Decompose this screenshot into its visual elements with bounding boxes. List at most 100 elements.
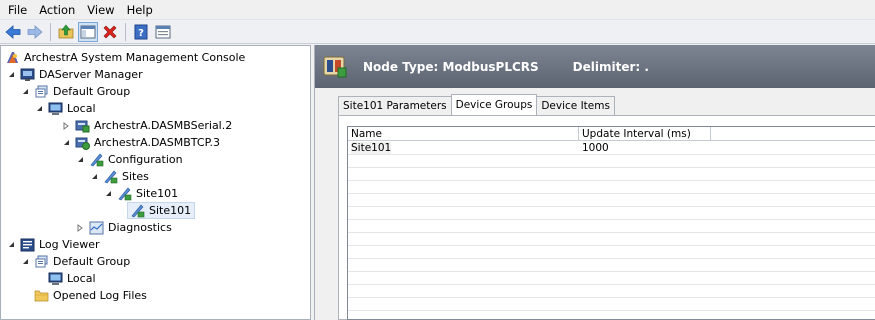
tree-label-log-default-group: Default Group xyxy=(53,255,131,268)
tab-device-groups[interactable]: Device Groups xyxy=(450,94,538,115)
toolbar-separator xyxy=(125,22,126,41)
menu-bar: File Action View Help xyxy=(0,0,875,19)
daserver-icon xyxy=(74,135,90,151)
delete-icon[interactable] xyxy=(100,22,120,42)
tree-node-local[interactable]: Local xyxy=(34,100,96,117)
tree-label-sites: Sites xyxy=(122,170,149,183)
tree-label-daserver-manager: DAServer Manager xyxy=(39,68,143,81)
empty-row[interactable] xyxy=(348,220,875,233)
properties-icon[interactable] xyxy=(153,22,173,42)
expanded-arrow-icon[interactable] xyxy=(6,240,16,250)
tree-node-dasmbtcp[interactable]: ArchestrA.DASMBTCP.3 xyxy=(61,134,220,151)
node-type-icon xyxy=(321,53,349,81)
tree-label-log-viewer: Log Viewer xyxy=(39,238,100,251)
table-cell-name[interactable]: Site101 xyxy=(348,142,579,154)
empty-row[interactable] xyxy=(348,181,875,194)
tree-node-dasmbserial[interactable]: ArchestrA.DASMBSerial.2 xyxy=(61,117,232,134)
expanded-arrow-icon[interactable] xyxy=(89,172,99,182)
tree-node-site101-child[interactable]: Site101 xyxy=(127,202,196,219)
device-group-icon xyxy=(129,203,145,219)
tab-device-items[interactable]: Device Items xyxy=(536,96,615,115)
svg-text:?: ? xyxy=(138,28,144,39)
tree-node-opened-log-files[interactable]: Opened Log Files xyxy=(33,287,147,304)
tree-label-dasmbtcp: ArchestrA.DASMBTCP.3 xyxy=(94,136,220,149)
tree-node-sites[interactable]: Sites xyxy=(89,168,149,185)
empty-row[interactable] xyxy=(348,246,875,259)
computer-icon xyxy=(47,271,63,287)
tab-site-parameters[interactable]: Site101 Parameters xyxy=(338,96,452,115)
empty-row[interactable] xyxy=(348,233,875,246)
expanded-arrow-icon[interactable] xyxy=(103,189,113,199)
tree-label-opened-log-files: Opened Log Files xyxy=(53,289,147,302)
empty-row[interactable] xyxy=(348,168,875,181)
menu-help[interactable]: Help xyxy=(121,3,159,17)
configuration-icon xyxy=(88,152,104,168)
tree-label-site101: Site101 xyxy=(136,187,179,200)
empty-row[interactable] xyxy=(348,285,875,298)
tree-label-log-local: Local xyxy=(67,272,96,285)
expanded-arrow-icon[interactable] xyxy=(61,138,71,148)
tree-root[interactable]: ArchestrA System Management Console xyxy=(4,49,245,66)
help-icon[interactable]: ? xyxy=(131,22,151,42)
tree-node-site101[interactable]: Site101 xyxy=(103,185,178,202)
tree-label-diagnostics: Diagnostics xyxy=(108,221,172,234)
cell-name-value: Site101 xyxy=(351,142,392,154)
tree-node-diagnostics[interactable]: Diagnostics xyxy=(75,219,172,236)
empty-row[interactable] xyxy=(348,207,875,220)
folder-icon xyxy=(33,288,49,304)
tree-label-configuration: Configuration xyxy=(108,153,183,166)
computer-icon xyxy=(47,101,63,117)
tree-node-configuration[interactable]: Configuration xyxy=(75,151,183,168)
diagnostics-icon xyxy=(88,220,104,236)
column-header-update-interval[interactable]: Update Interval (ms) xyxy=(579,127,711,141)
delimiter-label: Delimiter: . xyxy=(572,59,649,74)
empty-row[interactable] xyxy=(348,298,875,311)
expanded-arrow-icon[interactable] xyxy=(34,104,44,114)
grid-header: Name Update Interval (ms) xyxy=(348,127,875,141)
toolbar-separator xyxy=(50,22,51,41)
expanded-arrow-icon[interactable] xyxy=(20,87,30,97)
empty-row[interactable] xyxy=(348,155,875,168)
sites-icon xyxy=(102,169,118,185)
log-viewer-icon xyxy=(19,237,35,253)
collapsed-arrow-icon[interactable] xyxy=(61,121,71,131)
back-icon[interactable] xyxy=(3,22,23,42)
expanded-arrow-icon[interactable] xyxy=(75,155,85,165)
tree-label-local: Local xyxy=(67,102,96,115)
archestra-logo-icon xyxy=(4,50,20,66)
node-type-label: Node Type: ModbusPLCRS xyxy=(363,59,539,74)
empty-row[interactable] xyxy=(348,272,875,285)
tree-label-site101-child: Site101 xyxy=(149,204,192,217)
tree-root-label: ArchestrA System Management Console xyxy=(24,51,246,64)
tree-label-dasmbserial: ArchestrA.DASMBSerial.2 xyxy=(94,119,233,132)
empty-row[interactable] xyxy=(348,194,875,207)
tree-node-log-default-group[interactable]: Default Group xyxy=(20,253,130,270)
table-row[interactable]: Site101 1000 xyxy=(348,142,875,155)
group-icon xyxy=(33,84,49,100)
forward-icon[interactable] xyxy=(25,22,45,42)
empty-row[interactable] xyxy=(348,259,875,272)
tree-node-log-viewer[interactable]: Log Viewer xyxy=(6,236,100,253)
daserver-icon xyxy=(74,118,90,134)
toolbar: ? xyxy=(0,19,875,44)
server-manager-icon xyxy=(19,67,35,83)
menu-action[interactable]: Action xyxy=(33,3,81,17)
expanded-arrow-icon[interactable] xyxy=(6,70,16,80)
tab-strip: Site101 Parameters Device Groups Device … xyxy=(338,94,615,115)
collapsed-arrow-icon[interactable] xyxy=(75,223,85,233)
tree-node-default-group[interactable]: Default Group xyxy=(20,83,130,100)
console-tree: ArchestrA System Management Console DASe… xyxy=(0,45,311,320)
site-icon xyxy=(116,186,132,202)
column-header-name[interactable]: Name xyxy=(348,127,579,141)
tree-node-daserver-manager[interactable]: DAServer Manager xyxy=(6,66,143,83)
device-groups-grid[interactable]: Name Update Interval (ms) Site101 1000 xyxy=(347,126,875,320)
menu-view[interactable]: View xyxy=(81,3,120,17)
tree-node-log-local[interactable]: Local xyxy=(47,270,96,287)
node-header: Node Type: ModbusPLCRS Delimiter: . xyxy=(315,45,875,88)
tree-label-default-group: Default Group xyxy=(53,85,131,98)
up-folder-icon[interactable] xyxy=(56,22,76,42)
show-hide-tree-icon[interactable] xyxy=(78,21,98,42)
menu-file[interactable]: File xyxy=(2,3,33,17)
table-cell-interval[interactable]: 1000 xyxy=(579,142,711,154)
expanded-arrow-icon[interactable] xyxy=(20,257,30,267)
